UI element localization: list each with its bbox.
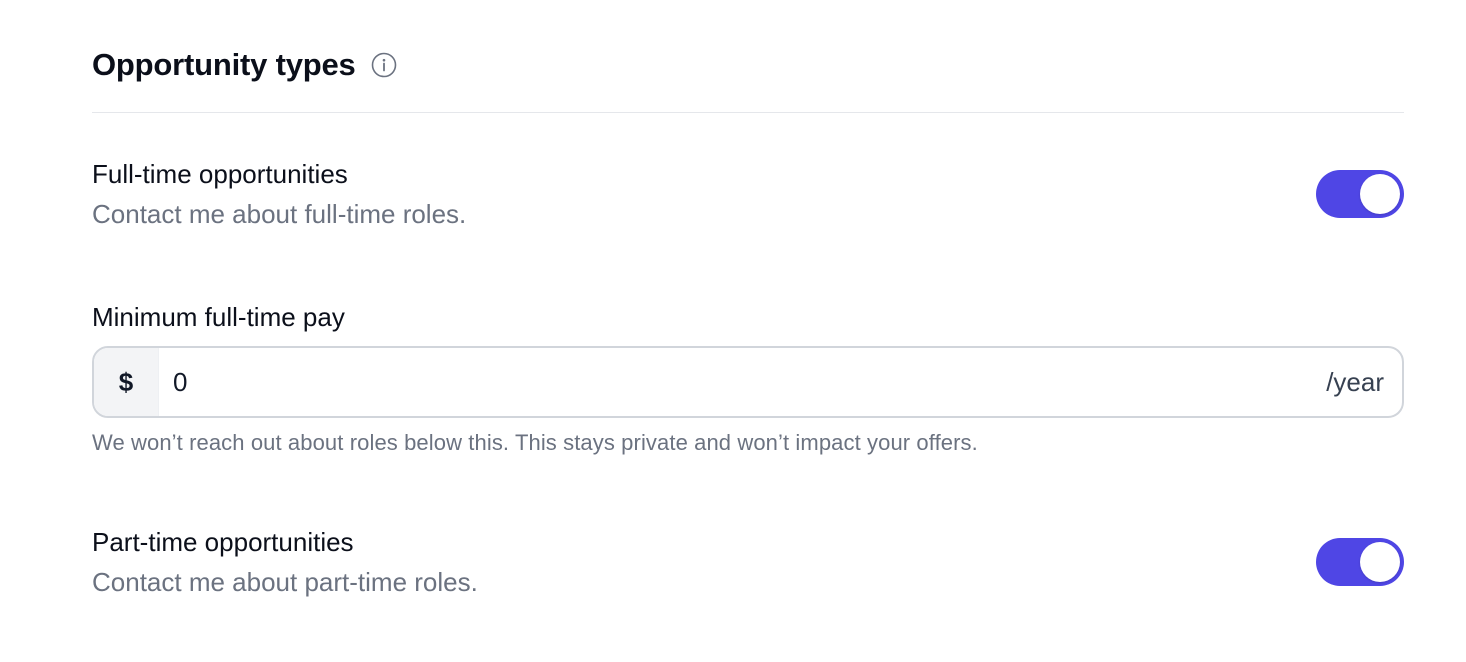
min-pay-label: Minimum full-time pay [92, 302, 345, 332]
part-time-toggle[interactable] [1316, 538, 1404, 586]
full-time-label: Full-time opportunities [92, 159, 348, 189]
full-time-toggle[interactable] [1316, 170, 1404, 218]
info-icon[interactable] [371, 52, 397, 78]
min-pay-input[interactable] [159, 348, 1327, 416]
full-time-description: Contact me about full-time roles. [92, 199, 467, 229]
min-pay-help-text: We won’t reach out about roles below thi… [92, 430, 978, 455]
section-divider [92, 112, 1404, 113]
per-year-suffix: /year [1326, 366, 1384, 397]
toggle-knob [1360, 174, 1400, 214]
part-time-label: Part-time opportunities [92, 527, 354, 557]
currency-prefix: $ [94, 348, 159, 416]
section-title: Opportunity types [92, 47, 356, 82]
section-header: Opportunity types [92, 44, 397, 86]
part-time-row: Part-time opportunities Contact me about… [92, 525, 1404, 601]
toggle-knob [1360, 542, 1400, 582]
min-pay-input-group: $ /year [92, 346, 1404, 418]
full-time-row: Full-time opportunities Contact me about… [92, 157, 1404, 233]
part-time-description: Contact me about part-time roles. [92, 567, 478, 597]
